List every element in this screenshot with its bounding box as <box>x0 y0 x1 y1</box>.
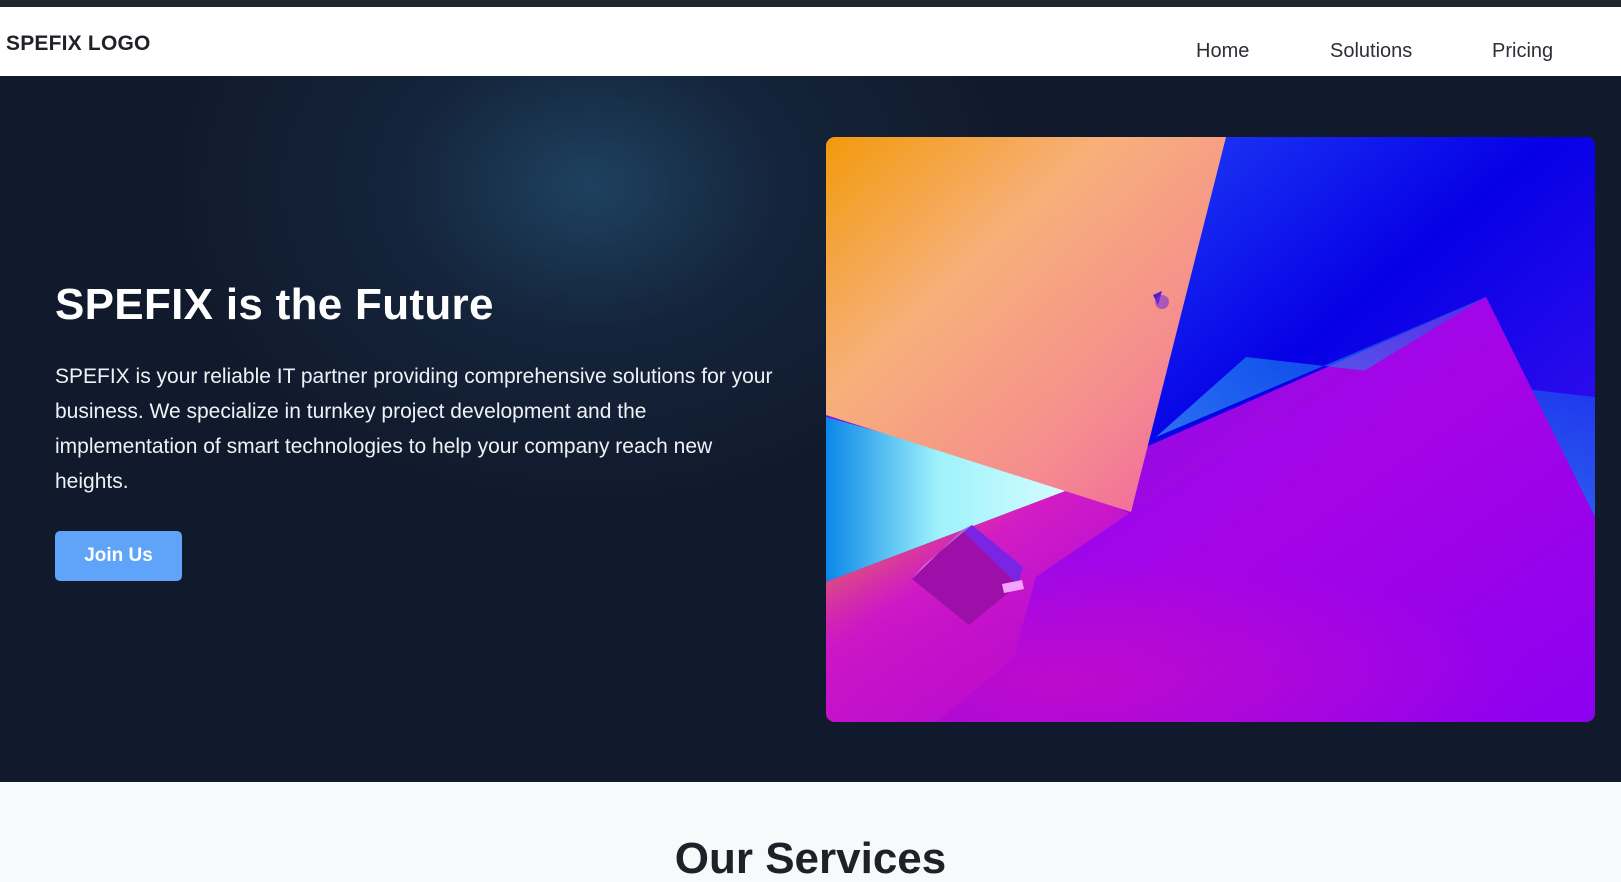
hero-section: SPEFIX is the Future SPEFIX is your reli… <box>0 76 1621 782</box>
hero-image <box>826 137 1595 722</box>
top-dark-strip <box>0 0 1621 7</box>
hero-abstract-art <box>826 137 1595 722</box>
page: SPEFIX LOGO Home Solutions Pricing SPEFI… <box>0 0 1621 882</box>
services-title: Our Services <box>674 834 947 882</box>
join-us-button[interactable]: Join Us <box>55 531 182 581</box>
main-nav: Home Solutions Pricing <box>0 40 1621 70</box>
nav-link-home[interactable]: Home <box>1196 40 1249 63</box>
nav-link-solutions[interactable]: Solutions <box>1330 40 1412 63</box>
hero-title: SPEFIX is the Future <box>55 280 494 329</box>
hero-description: SPEFIX is your reliable IT partner provi… <box>55 365 773 493</box>
nav-link-pricing[interactable]: Pricing <box>1492 40 1553 63</box>
services-section: Our Services <box>0 782 1621 882</box>
navbar: SPEFIX LOGO Home Solutions Pricing <box>0 7 1621 76</box>
